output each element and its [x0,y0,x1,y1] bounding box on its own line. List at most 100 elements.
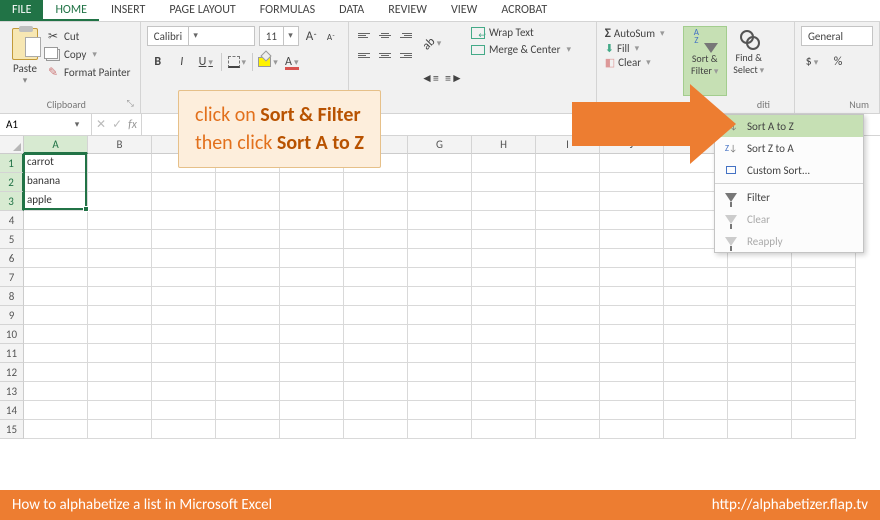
cell-c15[interactable] [152,420,216,439]
cell-l15[interactable] [728,420,792,439]
cell-e5[interactable] [280,230,344,249]
cell-j10[interactable] [600,325,664,344]
cell-j15[interactable] [600,420,664,439]
menu-filter[interactable]: Filter [715,186,863,208]
cell-b1[interactable] [88,154,152,173]
cell-d14[interactable] [216,401,280,420]
cell-f9[interactable] [344,306,408,325]
cell-i12[interactable] [536,363,600,382]
cell-d2[interactable] [216,173,280,192]
cell-d4[interactable] [216,211,280,230]
cell-e14[interactable] [280,401,344,420]
autosum-button[interactable]: ΣAutoSum▾ [603,26,683,41]
cell-j13[interactable] [600,382,664,401]
cell-j8[interactable] [600,287,664,306]
cell-b10[interactable] [88,325,152,344]
cell-d5[interactable] [216,230,280,249]
number-format-select[interactable]: General [801,26,873,46]
cell-b9[interactable] [88,306,152,325]
cell-i9[interactable] [536,306,600,325]
cell-a6[interactable] [24,249,88,268]
cell-c6[interactable] [152,249,216,268]
cell-i8[interactable] [536,287,600,306]
cell-k14[interactable] [664,401,728,420]
tab-review[interactable]: REVIEW [376,0,439,21]
cell-j2[interactable] [600,173,664,192]
dialog-launcher-icon[interactable]: ⤡ [127,98,134,109]
cell-i10[interactable] [536,325,600,344]
column-header-a[interactable]: A [24,136,88,154]
cell-e13[interactable] [280,382,344,401]
increase-indent-button[interactable]: ≡► [443,69,465,89]
column-header-b[interactable]: B [88,136,152,154]
cell-e8[interactable] [280,287,344,306]
chevron-down-icon[interactable]: ▾ [283,27,297,45]
row-header-5[interactable]: 5 [0,230,24,249]
cell-h2[interactable] [472,173,536,192]
cell-c14[interactable] [152,401,216,420]
cell-d13[interactable] [216,382,280,401]
cell-g10[interactable] [408,325,472,344]
cell-a12[interactable] [24,363,88,382]
cell-g13[interactable] [408,382,472,401]
row-header-6[interactable]: 6 [0,249,24,268]
cell-a3[interactable]: apple [24,192,88,211]
cell-i3[interactable] [536,192,600,211]
orientation-button[interactable]: ab▾ [419,34,445,54]
cell-b13[interactable] [88,382,152,401]
cell-j12[interactable] [600,363,664,382]
align-bottom-button[interactable] [395,26,415,44]
tab-data[interactable]: DATA [327,0,376,21]
cell-g7[interactable] [408,268,472,287]
cell-e15[interactable] [280,420,344,439]
cell-j3[interactable] [600,192,664,211]
tab-page-layout[interactable]: PAGE LAYOUT [157,0,247,21]
select-all-corner[interactable] [0,136,24,154]
cell-l8[interactable] [728,287,792,306]
align-right-button[interactable] [395,46,415,64]
cell-f13[interactable] [344,382,408,401]
cell-f14[interactable] [344,401,408,420]
cell-g1[interactable] [408,154,472,173]
currency-button[interactable]: $▾ [801,52,823,72]
cell-j7[interactable] [600,268,664,287]
cell-j6[interactable] [600,249,664,268]
tab-insert[interactable]: INSERT [99,0,157,21]
fill-button[interactable]: ⬇Fill▾ [603,42,683,55]
cell-h15[interactable] [472,420,536,439]
cell-l9[interactable] [728,306,792,325]
cell-c2[interactable] [152,173,216,192]
cut-button[interactable]: ✂Cut [44,28,132,45]
cell-i2[interactable] [536,173,600,192]
cell-b2[interactable] [88,173,152,192]
cell-a8[interactable] [24,287,88,306]
cell-h5[interactable] [472,230,536,249]
cell-f3[interactable] [344,192,408,211]
row-header-3[interactable]: 3 [0,192,24,211]
cell-d10[interactable] [216,325,280,344]
fx-icon[interactable]: fx [128,118,137,132]
cell-h12[interactable] [472,363,536,382]
cell-k13[interactable] [664,382,728,401]
align-top-button[interactable] [355,26,375,44]
cell-d6[interactable] [216,249,280,268]
cell-k12[interactable] [664,363,728,382]
cell-e7[interactable] [280,268,344,287]
cell-g8[interactable] [408,287,472,306]
decrease-indent-button[interactable]: ◄≡ [419,69,441,89]
cell-j9[interactable] [600,306,664,325]
cell-a15[interactable] [24,420,88,439]
cell-g6[interactable] [408,249,472,268]
fill-handle[interactable] [83,206,89,212]
cell-b12[interactable] [88,363,152,382]
cell-m7[interactable] [792,268,856,287]
cell-d9[interactable] [216,306,280,325]
cell-f12[interactable] [344,363,408,382]
tab-acrobat[interactable]: ACROBAT [489,0,559,21]
row-header-10[interactable]: 10 [0,325,24,344]
cell-b7[interactable] [88,268,152,287]
cell-e12[interactable] [280,363,344,382]
tab-view[interactable]: VIEW [439,0,489,21]
cell-i11[interactable] [536,344,600,363]
cell-a7[interactable] [24,268,88,287]
